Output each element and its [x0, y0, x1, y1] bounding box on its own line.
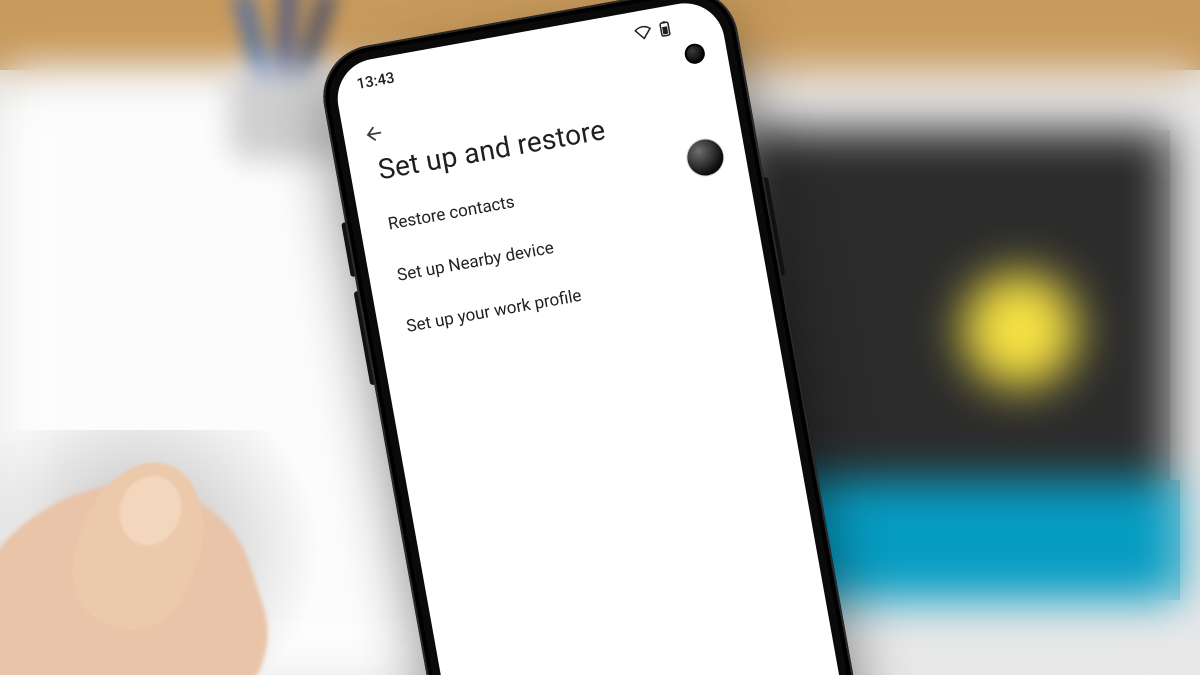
battery-icon: [659, 20, 672, 38]
status-icons: [633, 20, 671, 42]
status-time: 13:43: [355, 68, 396, 92]
wifi-icon: [633, 24, 653, 41]
arrow-back-icon: [361, 121, 387, 147]
photo-scene: 13:43 Set up and restore Restore contact…: [0, 0, 1200, 675]
